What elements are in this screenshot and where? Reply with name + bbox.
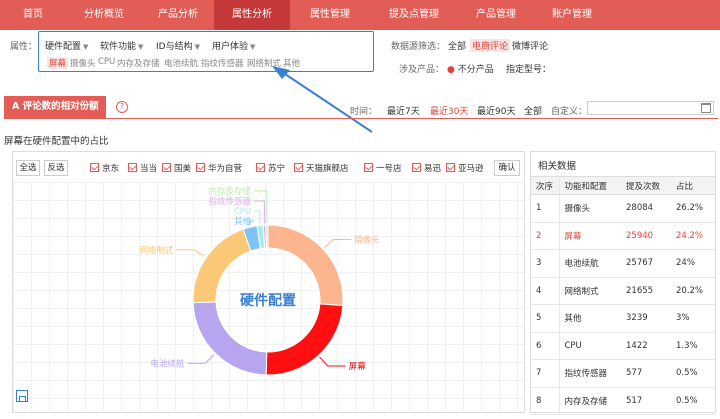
slice-label-1: 屏幕 bbox=[349, 361, 367, 372]
cell-count: 3239 bbox=[621, 304, 671, 333]
leader-line-5 bbox=[254, 210, 261, 224]
cell-share: 20.2% bbox=[671, 277, 715, 305]
cell-rank: 3 bbox=[531, 249, 560, 278]
table-row[interactable]: 6 CPU 1422 1.3% bbox=[531, 332, 715, 360]
cell-feature: CPU bbox=[559, 332, 621, 360]
table-header-row: 次序 功能和配置 提及次数 占比 bbox=[531, 176, 715, 195]
slice-7[interactable] bbox=[265, 224, 269, 249]
cell-feature: 摄像头 bbox=[559, 194, 621, 223]
cell-rank: 4 bbox=[531, 277, 560, 305]
cell-rank: 8 bbox=[531, 387, 560, 415]
table-row[interactable]: 4 网络制式 21655 20.2% bbox=[531, 277, 715, 305]
table-row[interactable]: 7 指纹传感器 577 0.5% bbox=[531, 359, 715, 388]
cell-rank: 6 bbox=[531, 332, 560, 360]
donut-center-label: 硬件配置 bbox=[240, 292, 296, 309]
header-count: 提及次数 bbox=[621, 176, 671, 195]
leader-line-3 bbox=[176, 249, 205, 258]
table-title: 相关数据 bbox=[538, 161, 577, 172]
cell-share: 0.5% bbox=[671, 359, 715, 388]
cell-share: 24% bbox=[671, 249, 715, 278]
slice-1[interactable] bbox=[265, 303, 344, 376]
cell-share: 26.2% bbox=[671, 194, 715, 223]
leader-line-1 bbox=[319, 356, 346, 367]
leader-line-6 bbox=[254, 200, 265, 224]
cell-rank: 7 bbox=[531, 359, 560, 388]
cell-share: 0.5% bbox=[671, 387, 715, 415]
table-row[interactable]: 8 内存及存储 517 0.5% bbox=[531, 387, 715, 415]
cell-feature: 屏幕 bbox=[559, 222, 621, 250]
cell-share: 24.2% bbox=[671, 222, 715, 250]
cell-rank: 5 bbox=[531, 304, 560, 333]
slice-label-5: CPU bbox=[234, 207, 251, 217]
cell-feature: 内存及存储 bbox=[559, 387, 621, 415]
slice-3[interactable] bbox=[192, 228, 252, 304]
slice-2[interactable] bbox=[192, 301, 268, 376]
cell-share: 1.3% bbox=[671, 332, 715, 360]
cell-count: 25940 bbox=[621, 222, 671, 250]
header-feature: 功能和配置 bbox=[559, 176, 621, 195]
cell-count: 21655 bbox=[621, 277, 671, 305]
cell-rank: 1 bbox=[531, 194, 560, 223]
save-icon[interactable] bbox=[16, 390, 28, 402]
table-row[interactable]: 5 其他 3239 3% bbox=[531, 304, 715, 333]
related-data-table: 次序 功能和配置 提及次数 占比 1 摄像头 28084 26.2% 2 屏幕 25940 2… bbox=[531, 176, 715, 415]
cell-feature: 其他 bbox=[559, 304, 621, 333]
leader-line-7 bbox=[254, 190, 268, 224]
slice-label-7: 内存及存储 bbox=[208, 186, 251, 197]
leader-line-0 bbox=[324, 238, 352, 249]
cell-count: 28084 bbox=[621, 194, 671, 223]
leader-line-2 bbox=[187, 354, 215, 364]
table-row[interactable]: 3 电池续航 25767 24% bbox=[531, 249, 715, 278]
header-rank: 次序 bbox=[531, 176, 560, 195]
cell-count: 1422 bbox=[621, 332, 671, 360]
cell-count: 577 bbox=[621, 359, 671, 388]
cell-count: 517 bbox=[621, 387, 671, 415]
table-row[interactable]: 2 屏幕 25940 24.2% bbox=[531, 222, 715, 250]
slice-label-6: 指纹传感器 bbox=[208, 196, 251, 207]
table-row[interactable]: 1 摄像头 28084 26.2% bbox=[531, 194, 715, 223]
cell-count: 25767 bbox=[621, 249, 671, 278]
slice-label-2: 电池续航 bbox=[150, 358, 185, 369]
cell-share: 3% bbox=[671, 304, 715, 333]
cell-feature: 电池续航 bbox=[559, 249, 621, 278]
slice-label-0: 摄像头 bbox=[354, 234, 380, 245]
header-share: 占比 bbox=[671, 176, 715, 195]
cell-rank: 2 bbox=[531, 222, 560, 250]
cell-feature: 网络制式 bbox=[559, 277, 621, 305]
slice-label-4: 其他 bbox=[234, 216, 252, 227]
slice-label-3: 网络制式 bbox=[139, 245, 174, 256]
cell-feature: 指纹传感器 bbox=[559, 359, 621, 388]
